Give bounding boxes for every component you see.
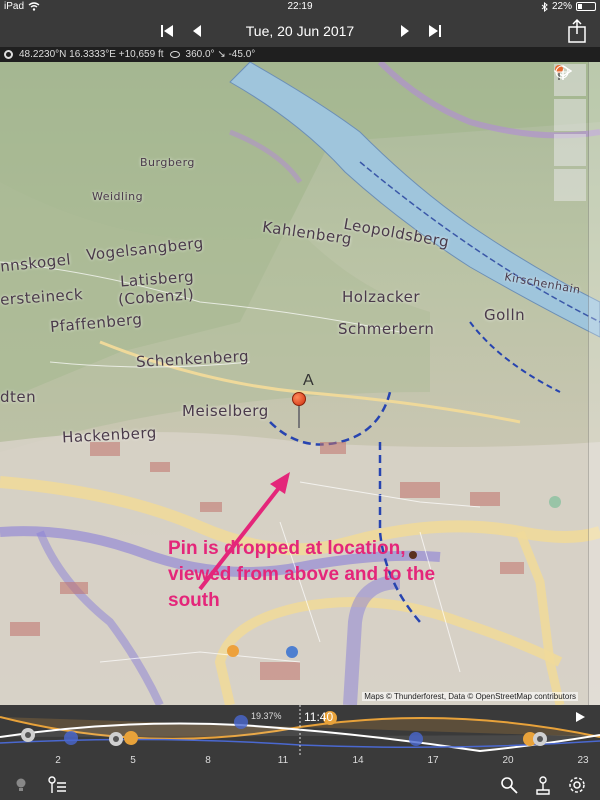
globe-icon bbox=[555, 65, 569, 79]
map-tools bbox=[554, 64, 586, 204]
map-attribution[interactable]: Maps © Thunderforest, Data © OpenStreetM… bbox=[362, 692, 578, 701]
map-label: Burgberg bbox=[140, 156, 195, 169]
location-ring-icon bbox=[4, 50, 13, 59]
pin-label: A bbox=[303, 372, 314, 389]
play-button[interactable] bbox=[574, 711, 588, 725]
map-tool-button[interactable] bbox=[554, 65, 586, 201]
clock: 22:19 bbox=[287, 1, 313, 12]
current-date: Tue, 20 Jun 2017 bbox=[245, 23, 355, 39]
sun-moon-chart bbox=[0, 705, 600, 755]
battery-percent: 22% bbox=[551, 1, 572, 12]
bottom-toolbar bbox=[0, 770, 600, 800]
map-label: Weidling bbox=[92, 190, 144, 203]
view-direction-icon bbox=[169, 51, 180, 58]
skip-last-icon bbox=[429, 25, 441, 37]
dropped-pin[interactable] bbox=[292, 392, 308, 432]
step-back-icon bbox=[193, 25, 201, 37]
coordinates-readout: 48.2230°N 16.3333°E +10,659 ft bbox=[19, 49, 164, 60]
bluetooth-icon bbox=[541, 1, 548, 12]
skip-first-icon bbox=[161, 25, 173, 37]
location-info-bar: 48.2230°N 16.3333°E +10,659 ft 360.0° ↘ … bbox=[0, 47, 600, 62]
battery-icon bbox=[576, 2, 596, 11]
skip-last-button[interactable] bbox=[424, 20, 446, 42]
pin-stem bbox=[298, 406, 300, 428]
lightbulb-icon bbox=[16, 778, 26, 791]
settings-button[interactable] bbox=[566, 774, 588, 796]
altitude-scale[interactable] bbox=[588, 62, 600, 705]
hour-tick: 11 bbox=[277, 755, 289, 766]
hour-tick: 2 bbox=[55, 755, 61, 766]
map-tool-button[interactable] bbox=[554, 65, 586, 131]
hour-tick: 23 bbox=[577, 755, 589, 766]
pin-list-button[interactable] bbox=[46, 774, 68, 796]
search-button[interactable] bbox=[498, 774, 520, 796]
status-bar: iPad 22:19 22% bbox=[0, 0, 600, 14]
share-button[interactable] bbox=[566, 18, 588, 44]
pin-head-icon bbox=[292, 392, 306, 406]
map-label: Golln bbox=[484, 306, 526, 324]
play-icon bbox=[576, 712, 585, 722]
map-view[interactable]: Burgberg Weidling Kahlenberg Leopoldsber… bbox=[0, 62, 600, 705]
step-back-button[interactable] bbox=[186, 20, 208, 42]
annotation-callout: Pin is dropped at location, viewed from … bbox=[168, 538, 436, 611]
step-forward-icon bbox=[401, 25, 409, 37]
hour-tick: 14 bbox=[352, 755, 364, 766]
share-icon bbox=[568, 18, 586, 43]
step-forward-button[interactable] bbox=[394, 20, 416, 42]
nav-bar: Tue, 20 Jun 2017 bbox=[0, 14, 600, 47]
pin-tool-button[interactable] bbox=[532, 774, 554, 796]
pin-tool-icon bbox=[536, 776, 550, 795]
view-angle-readout: 360.0° ↘ -45.0° bbox=[185, 49, 256, 60]
map-label: Schmerbern bbox=[338, 320, 435, 338]
hour-tick: 5 bbox=[130, 755, 136, 766]
map-label: Holzacker bbox=[342, 288, 420, 306]
pin-marker-button[interactable] bbox=[554, 65, 586, 166]
hour-tick: 17 bbox=[427, 755, 439, 766]
map-label: dten bbox=[0, 388, 37, 406]
map-label: Meiselberg bbox=[182, 402, 269, 420]
timeline-bar[interactable]: 19.37% 11:40 2 5 8 11 14 17 20 23 bbox=[0, 705, 600, 770]
search-icon bbox=[501, 777, 518, 794]
hour-tick: 20 bbox=[502, 755, 514, 766]
skip-first-button[interactable] bbox=[156, 20, 178, 42]
gear-icon bbox=[569, 777, 585, 793]
current-time: 11:40 bbox=[304, 710, 334, 724]
pin-list-icon bbox=[48, 776, 66, 793]
hour-tick: 8 bbox=[205, 755, 211, 766]
lightbulb-button[interactable] bbox=[10, 774, 32, 796]
moon-illumination: 19.37% bbox=[251, 711, 282, 721]
